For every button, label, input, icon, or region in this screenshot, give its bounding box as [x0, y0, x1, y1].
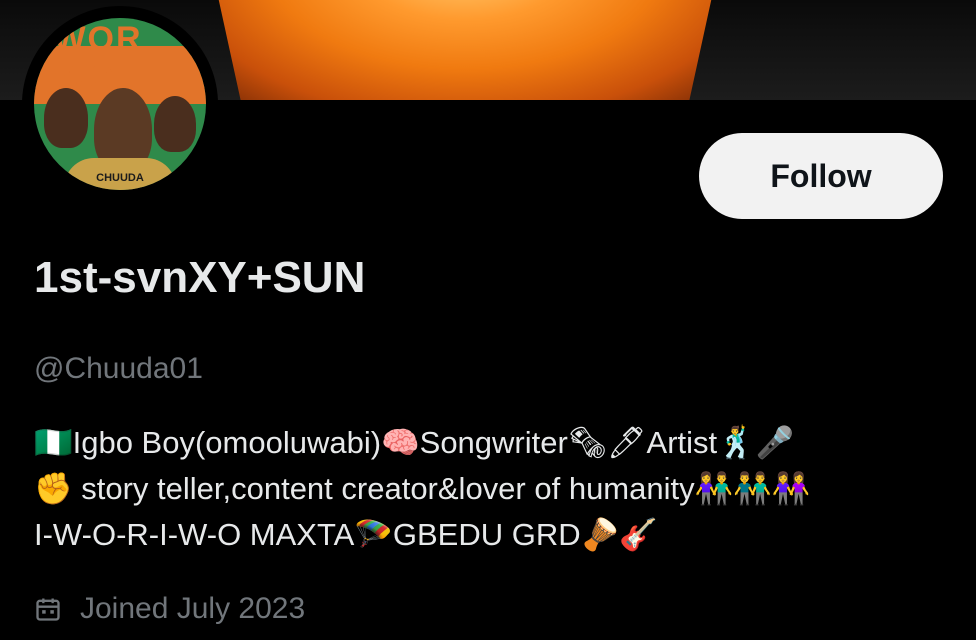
bio-line: 🇳🇬Igbo Boy(omooluwabi)🧠Songwriter🗞🖊Artis…: [34, 425, 795, 460]
bio-line: I-W-O-R-I-W-O MAXTA🪂GBEDU GRD🪘🎸: [34, 517, 658, 552]
avatar-image: IWOR IWO CHUUDA: [34, 18, 206, 190]
avatar[interactable]: IWOR IWO CHUUDA: [22, 6, 218, 202]
profile-bio: 🇳🇬Igbo Boy(omooluwabi)🧠Songwriter🗞🖊Artis…: [34, 420, 954, 558]
avatar-art-credit: CHUUDA: [96, 172, 144, 184]
joined-label: Joined July 2023: [80, 592, 306, 625]
user-handle: @Chuuda01: [34, 352, 203, 385]
avatar-person: [154, 96, 196, 152]
banner-sun-image: [210, 0, 720, 100]
calendar-icon: [36, 598, 60, 621]
avatar-person: [44, 88, 88, 148]
follow-button[interactable]: Follow: [699, 133, 943, 219]
avatar-art-title: IWOR IWO: [42, 20, 143, 97]
bio-line: ✊ story teller,content creator&lover of …: [34, 471, 811, 506]
joined-date: Joined July 2023: [34, 592, 305, 626]
display-name: 1st-svnXY+SUN: [34, 253, 366, 302]
